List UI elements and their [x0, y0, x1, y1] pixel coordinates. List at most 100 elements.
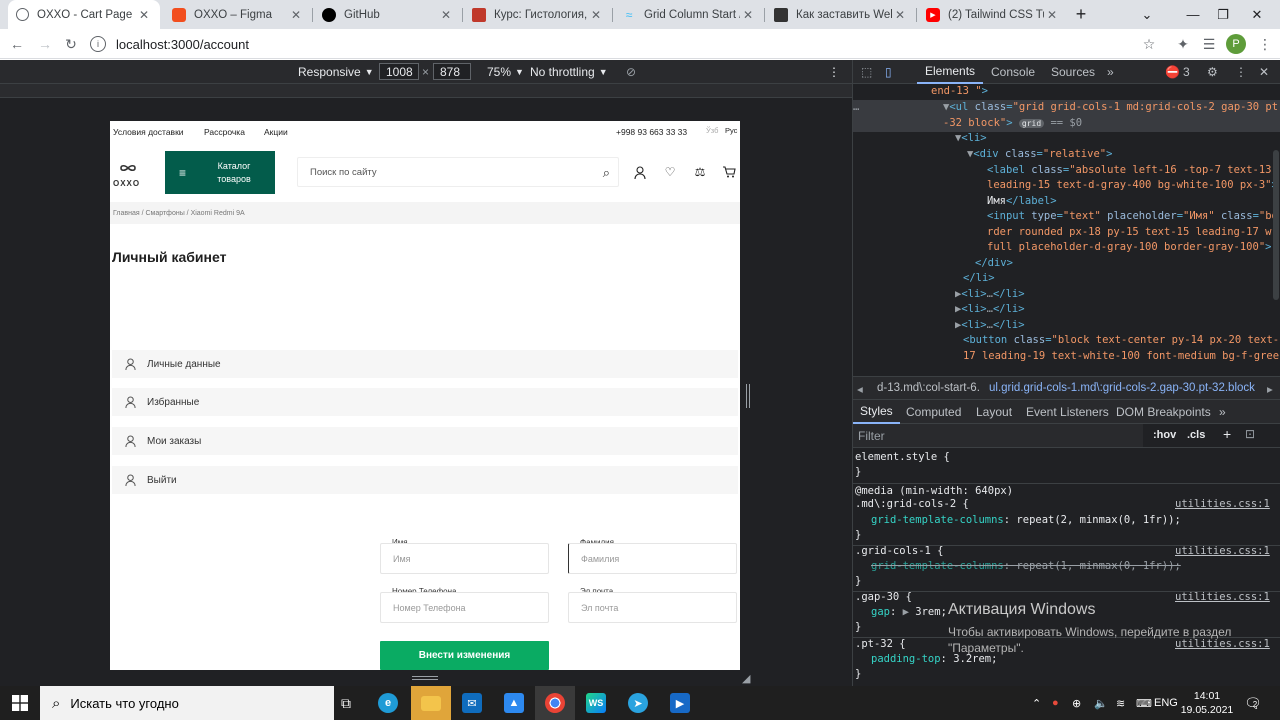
language-indicator[interactable]: ENG: [1154, 686, 1178, 720]
topbar-link-promo[interactable]: Акции: [264, 127, 288, 137]
lang-uz[interactable]: Ўзб: [706, 126, 718, 135]
tab-tailwind-grid[interactable]: ≈ Grid Column Start / En ✕: [614, 0, 764, 29]
resize-handle-bottom[interactable]: [412, 676, 438, 680]
info-icon[interactable]: i: [90, 36, 106, 52]
inspect-element-icon[interactable]: ⬚: [861, 60, 872, 84]
scroll-left-icon[interactable]: ◂: [857, 382, 863, 396]
tab-event-listeners[interactable]: Event Listeners: [1026, 400, 1109, 424]
tab-console[interactable]: Console: [991, 60, 1035, 84]
tab-sources[interactable]: Sources: [1051, 60, 1095, 84]
tab-github[interactable]: GitHub ✕: [314, 0, 462, 29]
hover-state-toggle[interactable]: :hov: [1153, 429, 1176, 441]
compare-scales-icon[interactable]: ⚖: [693, 165, 707, 179]
rule-source-link[interactable]: utilities.css:1: [1175, 544, 1270, 560]
account-menu-logout[interactable]: Выйти: [112, 466, 738, 494]
device-mode-select[interactable]: Responsive ▼: [298, 64, 374, 80]
device-toolbar-icon[interactable]: ▯: [885, 60, 892, 84]
device-toolbar-menu-icon[interactable]: ⋮: [828, 64, 840, 80]
error-badge[interactable]: ⛔ 3: [1165, 60, 1190, 84]
profile-avatar[interactable]: P: [1226, 34, 1246, 54]
reading-list-icon[interactable]: ☰: [1200, 35, 1218, 53]
extensions-icon[interactable]: ✦: [1174, 35, 1192, 53]
close-icon[interactable]: ✕: [740, 8, 756, 22]
dom-breadcrumb-item[interactable]: d-13.md\:col-start-6.: [877, 382, 980, 394]
add-rule-icon[interactable]: +: [1223, 426, 1231, 442]
save-changes-button[interactable]: Внести изменения: [380, 641, 549, 670]
webstorm-icon[interactable]: WS: [576, 686, 616, 720]
tray-app-icon[interactable]: ●: [1052, 686, 1059, 720]
heart-icon[interactable]: ♡: [663, 165, 677, 179]
scroll-right-icon[interactable]: ▸: [1267, 382, 1273, 396]
breadcrumb[interactable]: Главная / Смартфоны / Xiaomi Redmi 9A: [110, 202, 740, 224]
address-bar[interactable]: i localhost:3000/account: [90, 32, 1170, 56]
close-icon[interactable]: ✕: [892, 8, 908, 22]
close-devtools-icon[interactable]: ✕: [1259, 60, 1269, 84]
resize-handle-right[interactable]: [746, 384, 750, 408]
forward-icon[interactable]: →: [36, 35, 54, 53]
rotate-icon[interactable]: ⊘: [626, 64, 636, 80]
close-icon[interactable]: ✕: [438, 8, 454, 22]
menu-kebab-icon[interactable]: ⋮: [1256, 35, 1274, 53]
volume-icon[interactable]: 🔈: [1094, 686, 1108, 720]
dom-line[interactable]: ▶<li>…</li>: [955, 318, 1025, 334]
tab-figma[interactable]: OXXO – Figma ✕: [164, 0, 312, 29]
dom-line[interactable]: ▶<li>…</li>: [955, 302, 1025, 318]
close-icon[interactable]: ✕: [1044, 8, 1060, 22]
new-tab-button[interactable]: +: [1066, 0, 1096, 29]
account-menu-favorites[interactable]: Избранные: [112, 388, 738, 416]
rule-declaration[interactable]: grid-template-columns: repeat(2, minmax(…: [871, 513, 1181, 529]
dom-line[interactable]: ▼<ul class="grid grid-cols-1 md:grid-col…: [943, 100, 1278, 116]
tab-course[interactable]: Курс: Гистология, цит ✕: [464, 0, 612, 29]
account-menu-personal-data[interactable]: Личные данные: [112, 350, 738, 378]
tab-elements[interactable]: Elements: [917, 60, 984, 84]
more-style-tabs-icon[interactable]: »: [1219, 400, 1226, 424]
dom-line[interactable]: <input type="text" placeholder="Имя" cla…: [987, 209, 1278, 225]
lang-ru[interactable]: Рус: [725, 126, 737, 135]
search-icon[interactable]: ⌕: [603, 165, 610, 181]
elements-scrollbar[interactable]: [1273, 150, 1279, 300]
topbar-link-installment[interactable]: Рассрочка: [204, 127, 245, 137]
dom-line[interactable]: ▼<li>: [955, 131, 987, 147]
tab-webstorm[interactable]: Как заставить WebSto ✕: [766, 0, 916, 29]
tab-youtube[interactable]: ▶ (2) Tailwind CSS Tutor ✕: [918, 0, 1068, 29]
site-logo[interactable]: OXXO: [113, 161, 143, 188]
tab-dom-breakpoints[interactable]: DOM Breakpoints: [1116, 400, 1211, 424]
styles-filter-input[interactable]: Filter: [853, 424, 1143, 447]
phone-input[interactable]: Номер Телефона: [380, 592, 549, 623]
resize-corner-icon[interactable]: ◢: [742, 672, 750, 685]
viewport-width-input[interactable]: 1008: [379, 63, 419, 80]
bookmark-star-icon[interactable]: ☆: [1140, 35, 1158, 53]
throttling-select[interactable]: No throttling ▼: [530, 64, 608, 80]
viewport-height-input[interactable]: 878: [433, 63, 471, 80]
app-icon[interactable]: ▲: [494, 686, 534, 720]
dom-line[interactable]: <label class="absolute left-16 -top-7 te…: [987, 163, 1272, 179]
rule-declaration[interactable]: gap: ▶ 3rem;: [871, 605, 947, 621]
email-input[interactable]: Эл почта: [568, 592, 737, 623]
topbar-link-delivery[interactable]: Условия доставки: [113, 127, 184, 137]
elements-tree[interactable]: end-13 "> … ▼<ul class="grid grid-cols-1…: [853, 84, 1280, 372]
name-input[interactable]: Имя: [380, 543, 549, 574]
tab-layout[interactable]: Layout: [976, 400, 1012, 424]
clock[interactable]: 14:01 19.05.2021: [1181, 686, 1234, 720]
close-icon[interactable]: ✕: [288, 8, 304, 22]
tray-overflow-icon[interactable]: ⌃: [1032, 686, 1041, 720]
edge-icon[interactable]: e: [368, 686, 408, 720]
devtools-menu-icon[interactable]: ⋮: [1235, 60, 1247, 84]
dom-line[interactable]: <button class="block text-center py-14 p…: [963, 333, 1279, 349]
video-app-icon[interactable]: ▶: [660, 686, 700, 720]
reload-icon[interactable]: ↻: [62, 35, 80, 53]
rule-source-link[interactable]: utilities.css:1: [1175, 497, 1270, 513]
zoom-select[interactable]: 75% ▼: [487, 64, 524, 80]
dom-line[interactable]: ▼<div class="relative">: [967, 147, 1112, 163]
surname-input[interactable]: Фамилия: [568, 543, 737, 574]
dom-line[interactable]: ▶<li>…</li>: [955, 287, 1025, 303]
chrome-icon[interactable]: [535, 686, 575, 720]
class-toggle[interactable]: .cls: [1187, 429, 1205, 441]
taskbar-search-input[interactable]: ⌕ Искать что угодно: [40, 686, 334, 720]
cart-icon[interactable]: [722, 165, 736, 179]
close-window-button[interactable]: ✕: [1234, 0, 1280, 29]
user-icon[interactable]: [633, 165, 647, 179]
account-menu-orders[interactable]: Мои заказы: [112, 427, 738, 455]
settings-gear-icon[interactable]: ⚙: [1207, 60, 1218, 84]
notifications-icon[interactable]: 🗨 2: [1244, 686, 1262, 720]
